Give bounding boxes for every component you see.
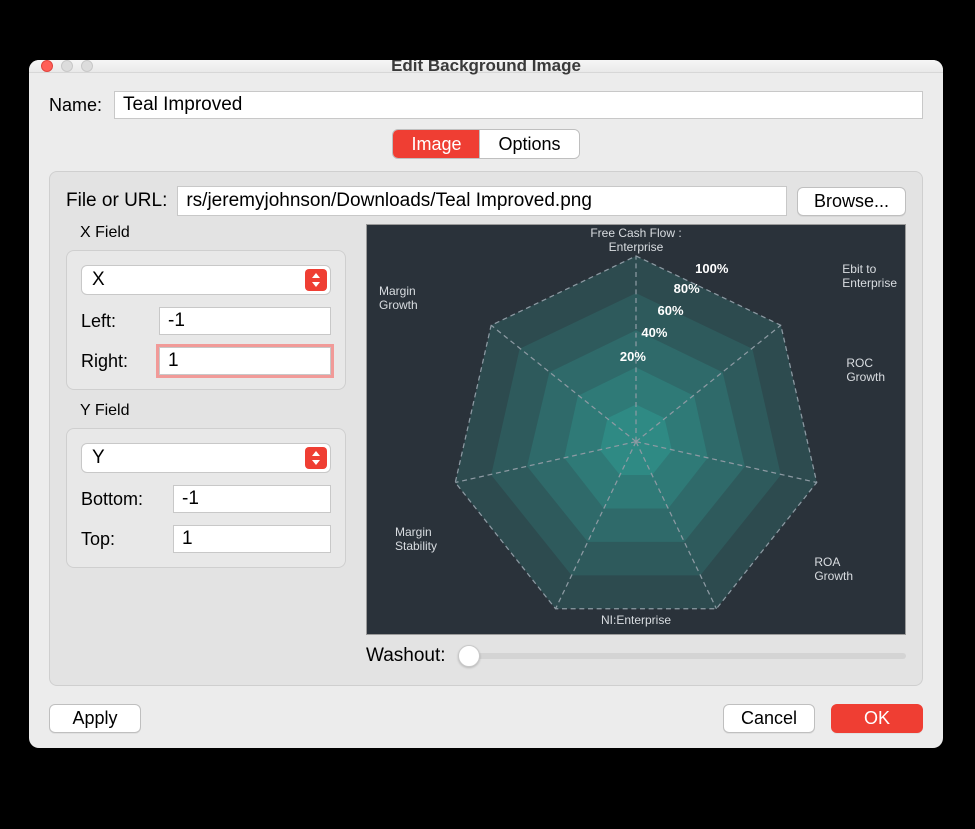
- radar-axis-label: MarginStability: [395, 526, 437, 554]
- radar-tick-label: 20%: [620, 349, 646, 364]
- name-label: Name:: [49, 95, 102, 116]
- apply-button[interactable]: Apply: [49, 704, 141, 733]
- tab-image[interactable]: Image: [393, 130, 479, 158]
- name-input[interactable]: [114, 91, 923, 119]
- browse-button[interactable]: Browse...: [797, 187, 906, 216]
- y-top-label: Top:: [81, 529, 165, 550]
- radar-axis-label: ROCGrowth: [846, 357, 885, 385]
- radar-axis-label: MarginGrowth: [379, 285, 418, 313]
- x-left-input[interactable]: [159, 307, 331, 335]
- ok-button[interactable]: OK: [831, 704, 923, 733]
- file-path-input[interactable]: rs/jeremyjohnson/Downloads/Teal Improved…: [177, 186, 787, 216]
- name-row: Name:: [49, 91, 923, 119]
- radar-tick-label: 80%: [674, 281, 700, 296]
- window-titlebar: Edit Background Image: [29, 60, 943, 73]
- chevron-up-down-icon: [305, 269, 327, 291]
- image-tab-panel: File or URL: rs/jeremyjohnson/Downloads/…: [49, 171, 923, 686]
- radar-axis-label: Free Cash Flow :Enterprise: [590, 227, 681, 255]
- x-field-group: X Left: Right:: [66, 250, 346, 390]
- tab-strip: Image Options: [49, 129, 923, 159]
- tab-segmented-control: Image Options: [392, 129, 579, 159]
- y-field-header: Y Field: [80, 402, 346, 420]
- washout-slider[interactable]: [458, 653, 906, 659]
- content-row: X Field X Left:: [66, 224, 906, 667]
- y-field-select-value: Y: [92, 447, 105, 469]
- radar-axis-label: Ebit toEnterprise: [842, 263, 897, 291]
- dialog-footer: Apply Cancel OK: [49, 704, 923, 733]
- field-controls-column: X Field X Left:: [66, 224, 346, 667]
- x-field-select-value: X: [92, 269, 105, 291]
- washout-label: Washout:: [366, 645, 446, 667]
- radar-axis-label: NI:Enterprise: [601, 614, 671, 628]
- file-row: File or URL: rs/jeremyjohnson/Downloads/…: [66, 186, 906, 216]
- radar-tick-label: 40%: [641, 325, 667, 340]
- tab-options[interactable]: Options: [479, 130, 578, 158]
- x-right-label: Right:: [81, 351, 151, 372]
- y-field-group: Y Bottom: Top:: [66, 428, 346, 568]
- y-field-select[interactable]: Y: [81, 443, 331, 473]
- dialog-body: Name: Image Options File or URL: rs/jere…: [29, 73, 943, 748]
- image-preview: Free Cash Flow :Enterprise Ebit toEnterp…: [366, 224, 906, 635]
- x-field-select[interactable]: X: [81, 265, 331, 295]
- window-title: Edit Background Image: [29, 60, 943, 76]
- chevron-up-down-icon: [305, 447, 327, 469]
- y-bottom-input[interactable]: [173, 485, 331, 513]
- x-field-header: X Field: [80, 224, 346, 242]
- y-bottom-label: Bottom:: [81, 489, 165, 510]
- x-left-label: Left:: [81, 311, 151, 332]
- radar-tick-label: 100%: [695, 261, 728, 276]
- radar-axis-label: ROAGrowth: [814, 556, 853, 584]
- file-or-url-label: File or URL:: [66, 190, 167, 212]
- y-top-input[interactable]: [173, 525, 331, 553]
- washout-row: Washout:: [366, 645, 906, 667]
- preview-column: Free Cash Flow :Enterprise Ebit toEnterp…: [366, 224, 906, 667]
- edit-background-image-dialog: Edit Background Image Name: Image Option…: [29, 60, 943, 748]
- x-right-input[interactable]: [159, 347, 331, 375]
- radar-tick-label: 60%: [658, 303, 684, 318]
- cancel-button[interactable]: Cancel: [723, 704, 815, 733]
